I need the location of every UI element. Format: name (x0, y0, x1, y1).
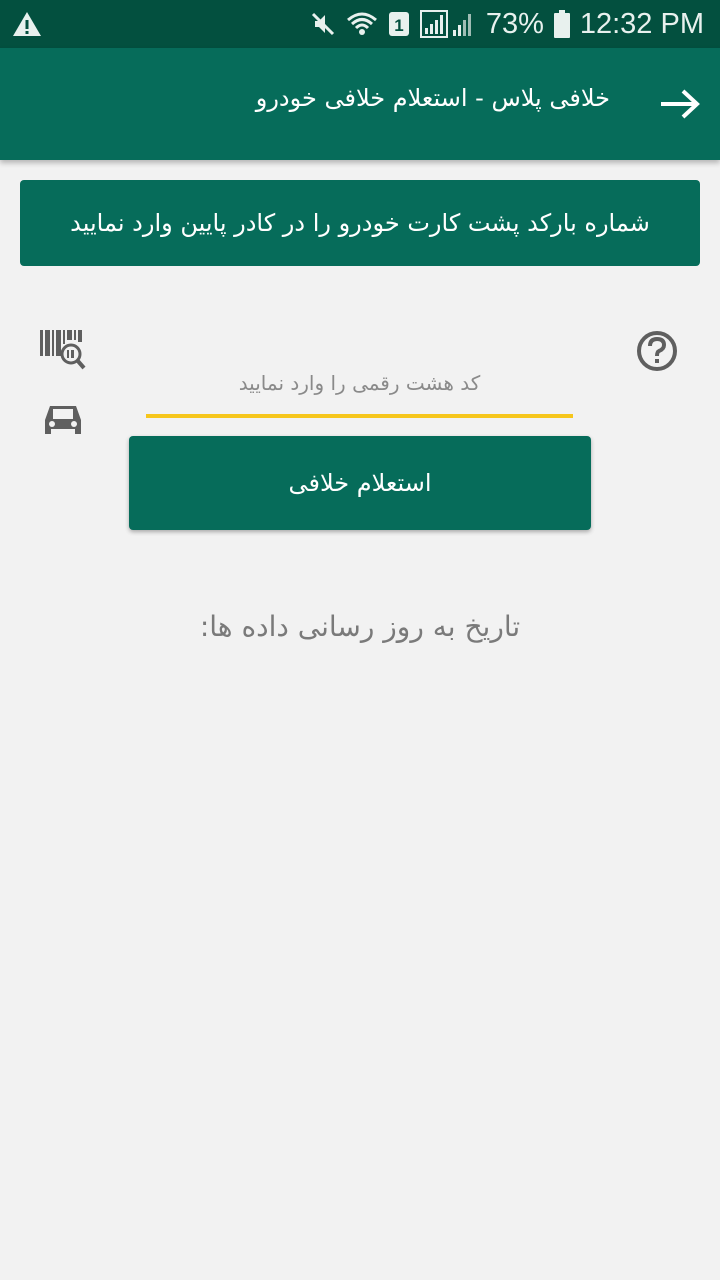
battery-percent: 73% (485, 7, 544, 40)
signal-icon (419, 10, 476, 38)
update-date-label: تاریخ به روز رسانی داده ها: (199, 610, 521, 643)
car-icon[interactable] (42, 400, 84, 440)
app-bar: خلافی پلاس - استعلام خلافی خودرو (0, 48, 720, 160)
warning-icon (12, 10, 42, 38)
status-bar: 1 73% 12:32 PM (0, 0, 720, 48)
instruction-text: شماره بارکد پشت کارت خودرو را در کادر پا… (70, 209, 650, 237)
barcode-scan-icon[interactable] (38, 328, 86, 372)
back-button[interactable] (656, 82, 704, 126)
inquiry-button[interactable]: استعلام خلافی (129, 436, 591, 530)
sim-icon: 1 (388, 11, 410, 37)
inquiry-button-label: استعلام خلافی (288, 469, 432, 497)
instruction-banner: شماره بارکد پشت کارت خودرو را در کادر پا… (20, 180, 700, 266)
back-arrow-icon (661, 89, 700, 119)
battery-icon (553, 10, 570, 38)
clock: 12:32 PM (579, 7, 704, 40)
help-icon[interactable] (636, 330, 678, 372)
mute-icon (310, 11, 336, 37)
page-title: خلافی پلاس - استعلام خلافی خودرو (255, 84, 610, 112)
wifi-icon (346, 11, 378, 37)
barcode-code-input[interactable] (146, 360, 573, 418)
svg-text:1: 1 (394, 16, 403, 35)
